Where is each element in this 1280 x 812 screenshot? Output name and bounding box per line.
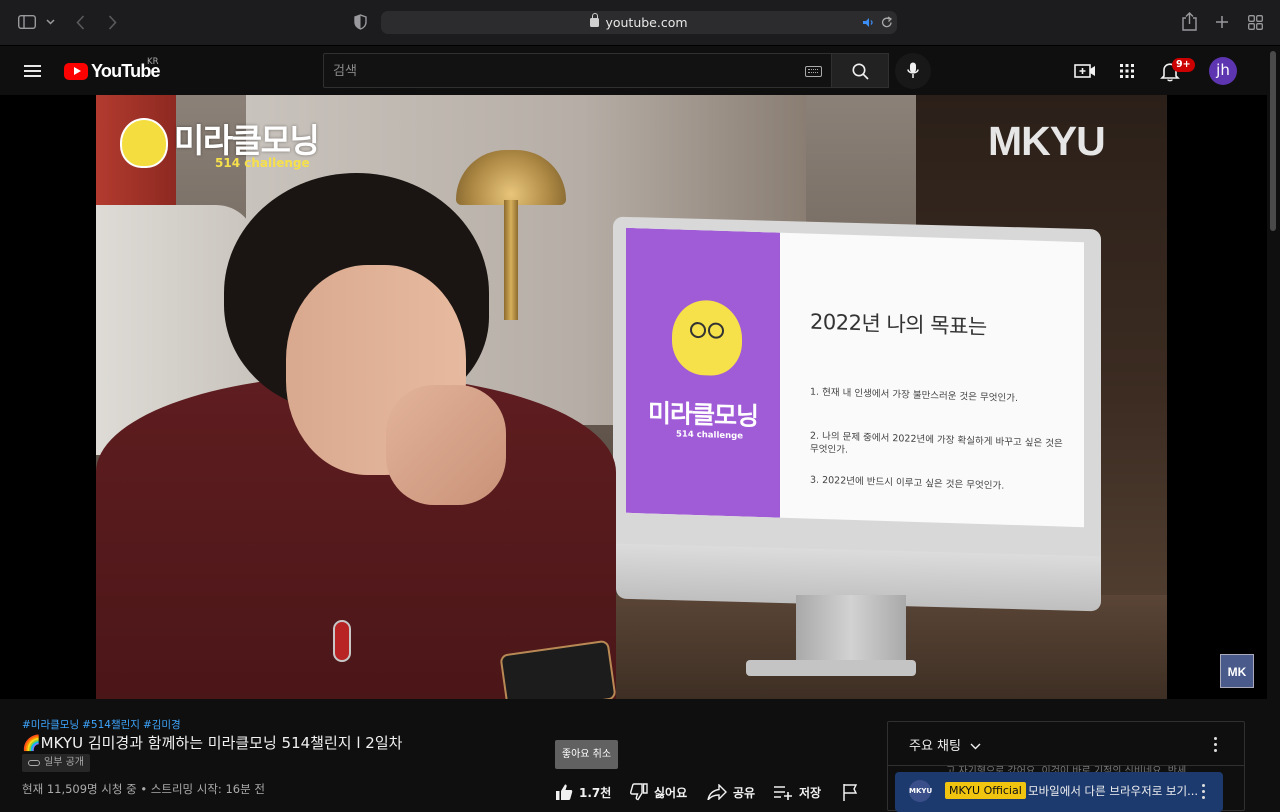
- hashtags: #미라클모닝 #514챌린지 #김미경: [22, 717, 184, 732]
- slide-item: 3. 2022년에 반드시 이루고 싶은 것은 무엇인가.: [810, 474, 1005, 492]
- video-title: 🌈MKYU 김미경과 함께하는 미라클모닝 514챌린지 l 2일차: [22, 734, 403, 752]
- browser-toolbar: youtube.com: [0, 0, 1280, 46]
- thumbs-up-icon: [556, 784, 573, 800]
- share-button[interactable]: 공유: [707, 782, 755, 802]
- search-button[interactable]: [832, 53, 889, 88]
- notification-count-badge: 9+: [1172, 58, 1195, 72]
- link-icon: [28, 760, 40, 766]
- chat-header: 주요 채팅: [888, 722, 1244, 766]
- create-video-icon[interactable]: [1073, 59, 1097, 83]
- share-label: 공유: [733, 785, 756, 800]
- hashtag-link[interactable]: #미라클모닝: [22, 719, 79, 731]
- report-button[interactable]: [842, 782, 864, 802]
- slide-item: 1. 현재 내 인생에서 가장 불만스러운 것은 무엇인가.: [810, 386, 1019, 405]
- region-code: KR: [147, 57, 159, 67]
- like-count: 1.7천: [579, 785, 612, 800]
- pinned-message-text: 모바일에서 다른 브라우저로 보기...: [1028, 784, 1199, 798]
- privacy-shield-icon[interactable]: [354, 14, 367, 30]
- back-icon[interactable]: [76, 15, 85, 30]
- reload-icon[interactable]: [881, 16, 893, 29]
- slide-logo-sub: 514 challenge: [676, 429, 744, 442]
- keyboard-icon[interactable]: [805, 66, 822, 77]
- like-tooltip: 좋아요 취소: [555, 740, 618, 769]
- youtube-header: YouTube KR: [0, 47, 1267, 95]
- microphone-icon: [907, 62, 919, 78]
- share-arrow-icon: [707, 784, 727, 800]
- save-label: 저장: [799, 785, 822, 800]
- search-icon: [852, 63, 869, 80]
- view-count-info: 현재 11,509명 시청 중 • 스트리밍 시작: 16분 전: [22, 782, 265, 796]
- page-scrollbar[interactable]: [1267, 47, 1280, 800]
- chat-mode-label: 주요 채팅: [909, 739, 961, 754]
- privacy-label: 일부 공개: [44, 757, 84, 768]
- chick-mascot-icon: [672, 299, 742, 377]
- like-button[interactable]: 1.7천: [555, 782, 611, 802]
- account-avatar[interactable]: jh: [1209, 57, 1237, 85]
- forward-icon[interactable]: [108, 15, 117, 30]
- menu-icon[interactable]: [24, 65, 41, 77]
- apps-grid-icon[interactable]: [1115, 59, 1139, 83]
- hashtag-link[interactable]: #514챌린지: [82, 719, 140, 731]
- dislike-label: 싫어요: [654, 785, 688, 800]
- search-input[interactable]: [333, 62, 793, 80]
- video-player[interactable]: 미라클모닝 514 challenge 2022년 나의 목표는 1. 현재 내…: [0, 95, 1267, 699]
- sidebar-toggle-icon[interactable]: [18, 15, 36, 29]
- brand-subtitle: 514 challenge: [215, 156, 310, 170]
- channel-watermark[interactable]: MK: [1220, 654, 1254, 688]
- hashtag-link[interactable]: #김미경: [143, 719, 181, 731]
- more-options-icon[interactable]: [1214, 736, 1218, 752]
- share-icon[interactable]: [1182, 12, 1197, 31]
- author-avatar: MKYU: [909, 780, 932, 802]
- youtube-logo[interactable]: YouTube: [64, 61, 161, 81]
- address-bar[interactable]: youtube.com: [381, 11, 897, 34]
- search-box: [323, 53, 832, 88]
- more-options-icon[interactable]: [1202, 783, 1206, 799]
- author-badge: MKYU Official: [945, 782, 1026, 799]
- dislike-button[interactable]: 싫어요: [630, 782, 687, 802]
- slide-item: 2. 나의 문제 중에서 2022년에 가장 확실하게 바꾸고 싶은 것은 무엇…: [810, 430, 1063, 456]
- pinned-message-banner[interactable]: MKYU MKYU Official 모바일에서 다른 브라우저로 보기...: [895, 772, 1223, 812]
- slide-logo: 미라클모닝: [648, 398, 759, 431]
- brand-title: 미라클모닝: [174, 121, 320, 160]
- video-frame[interactable]: 미라클모닝 514 challenge 2022년 나의 목표는 1. 현재 내…: [96, 95, 1167, 699]
- flag-icon: [843, 784, 858, 801]
- chevron-down-icon[interactable]: [46, 19, 55, 25]
- save-button[interactable]: 저장: [773, 782, 821, 802]
- lock-icon: [590, 13, 600, 27]
- tab-overview-icon[interactable]: [1248, 15, 1263, 30]
- presentation-slide: 미라클모닝 514 challenge 2022년 나의 목표는 1. 현재 내…: [626, 227, 1084, 528]
- channel-logo: MKYU: [988, 118, 1106, 164]
- thumbs-down-icon: [630, 783, 648, 801]
- playlist-add-icon: [774, 786, 792, 800]
- privacy-badge: 일부 공개: [22, 754, 90, 772]
- speaker-icon[interactable]: [862, 17, 875, 28]
- scrollbar-thumb[interactable]: [1270, 51, 1276, 231]
- chevron-down-icon: [970, 743, 981, 750]
- chat-mode-dropdown[interactable]: 주요 채팅: [909, 735, 981, 754]
- slide-title: 2022년 나의 목표는: [810, 309, 987, 340]
- youtube-play-icon: [64, 62, 88, 80]
- url-text: youtube.com: [605, 15, 688, 30]
- voice-search-button[interactable]: [895, 53, 931, 89]
- chick-mascot-icon: [120, 118, 168, 168]
- new-tab-icon[interactable]: [1215, 15, 1229, 29]
